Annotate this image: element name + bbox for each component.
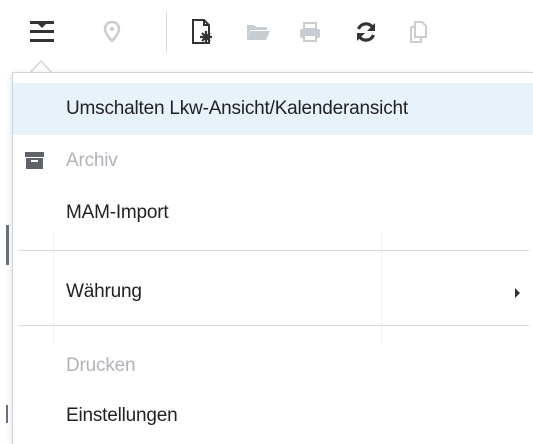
new-document-icon: [192, 19, 212, 44]
menu-item-currency[interactable]: Währung: [13, 266, 533, 318]
toolbar: [0, 0, 533, 72]
refresh-button[interactable]: [348, 14, 384, 50]
menu-item-mam-import[interactable]: MAM-Import: [13, 187, 533, 239]
refresh-icon: [357, 22, 375, 42]
menu-item-settings[interactable]: Einstellungen: [13, 390, 533, 442]
toolbar-separator: [166, 12, 167, 52]
menu-item-archive[interactable]: Archiv: [13, 135, 533, 187]
menu-separator: [19, 250, 529, 251]
archive-box-icon: [25, 152, 44, 169]
print-icon: [300, 22, 320, 42]
menu-item-label: Umschalten Lkw-Ansicht/Kalenderansicht: [66, 98, 408, 119]
view-toggle-button[interactable]: [24, 14, 60, 50]
dropdown-menu: Umschalten Lkw-Ansicht/Kalenderansicht A…: [12, 72, 533, 444]
print-button[interactable]: [292, 14, 328, 50]
open-button[interactable]: [240, 14, 276, 50]
menu-item-label: Einstellungen: [66, 405, 178, 426]
menu-item-label: Währung: [66, 281, 142, 302]
view-toggle-icon: [30, 21, 54, 42]
menu-item-label: Archiv: [66, 150, 118, 171]
copy-icon: [410, 21, 427, 43]
background-panel-edge: [6, 225, 9, 265]
background-panel-edge: [6, 405, 8, 423]
new-document-button[interactable]: [184, 14, 220, 50]
menu-item-label: MAM-Import: [66, 202, 169, 223]
open-folder-icon: [247, 25, 270, 40]
menu-item-label: Drucken: [66, 355, 136, 376]
menu-item-print[interactable]: Drucken: [13, 340, 533, 392]
copy-button[interactable]: [400, 14, 436, 50]
menu-item-toggle-view[interactable]: Umschalten Lkw-Ansicht/Kalenderansicht: [13, 83, 533, 135]
submenu-arrow-icon: [515, 288, 520, 298]
location-pin-icon: [103, 20, 121, 43]
menu-separator: [19, 325, 529, 326]
location-button[interactable]: [94, 14, 130, 50]
